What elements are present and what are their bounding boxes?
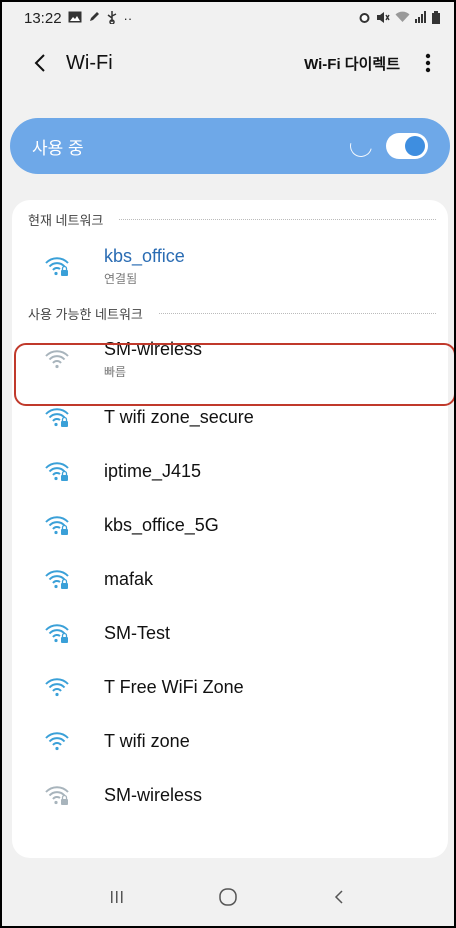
toggle-knob: [405, 136, 425, 156]
status-time: 13:22: [24, 9, 62, 27]
network-name: SM-Test: [104, 622, 171, 643]
network-name: T wifi zone: [104, 730, 190, 751]
wifi-toggle-switch[interactable]: [386, 133, 428, 159]
current-network-row[interactable]: kbs_office 연결됨: [12, 234, 448, 298]
network-row[interactable]: T wifi zone: [12, 714, 448, 768]
available-networks-header: 사용 가능한 네트워크: [12, 298, 448, 328]
network-row[interactable]: SM-wireless 빠름: [12, 328, 448, 390]
available-networks-header-label: 사용 가능한 네트워크: [28, 306, 143, 322]
back-button[interactable]: [16, 40, 64, 86]
wifi-switch-label: 사용 중: [32, 138, 84, 158]
network-row[interactable]: SM-wireless: [12, 768, 448, 822]
network-row[interactable]: mafak: [12, 552, 448, 606]
more-vert-icon: [425, 53, 431, 73]
app-bar-actions: Wi-Fi 다이렉트: [296, 40, 454, 86]
network-text: T wifi zone: [104, 731, 190, 752]
network-name: kbs_office_5G: [104, 514, 219, 535]
wifi-icon: [44, 675, 70, 699]
network-name: iptime_J415: [104, 460, 202, 481]
phone-screen: 13:22 ·· Wi-Fi Wi-Fi 다이렉트 사용 중 현재 네트워크 k…: [0, 0, 456, 928]
wifi-lock-icon: [44, 567, 70, 591]
network-speed: 빠름: [104, 364, 127, 379]
wifi-lock-icon: [44, 459, 70, 483]
image-icon: [68, 11, 82, 25]
app-bar: Wi-Fi Wi-Fi 다이렉트: [2, 40, 454, 86]
wifi-lock-icon: [44, 405, 70, 429]
wifi-lock-icon: [44, 513, 70, 537]
wifi-lock-icon: [44, 621, 70, 645]
network-text: iptime_J415: [104, 461, 201, 482]
network-name: SM-wireless: [104, 338, 203, 359]
mute-icon: [376, 11, 390, 26]
recents-button[interactable]: [87, 875, 147, 919]
network-list-card: 현재 네트워크 kbs_office 연결됨 사용 가능한 네트워크 SM-wi…: [12, 200, 448, 858]
page-title: Wi-Fi: [66, 51, 113, 74]
current-network-header: 현재 네트워크: [12, 204, 448, 234]
scanning-spinner-icon: [345, 130, 377, 162]
home-icon: [219, 888, 237, 906]
network-name: SM-wireless: [104, 784, 203, 805]
network-row[interactable]: SM-Test: [12, 606, 448, 660]
network-name: T Free WiFi Zone: [104, 676, 244, 697]
wifi-icon: [44, 347, 70, 371]
nav-back-button[interactable]: [309, 875, 369, 919]
status-bar: 13:22 ··: [2, 2, 454, 34]
chevron-left-icon: [34, 54, 45, 72]
wifi-icon: [44, 729, 70, 753]
network-row[interactable]: T wifi zone_secure: [12, 390, 448, 444]
network-name: T wifi zone_secure: [104, 406, 254, 427]
divider: [119, 218, 436, 220]
edit-icon: [88, 11, 100, 25]
divider: [158, 312, 436, 314]
wifi-lock-icon: [44, 783, 70, 807]
current-network-name: kbs_office: [104, 245, 185, 266]
alarm-icon: [358, 11, 371, 26]
usb-icon: [106, 10, 118, 26]
current-network-header-label: 현재 네트워크: [28, 212, 104, 228]
network-row[interactable]: kbs_office_5G: [12, 498, 448, 552]
recents-icon: [111, 891, 123, 903]
wifi-icon: [395, 11, 410, 25]
wifi-lock-icon: [44, 254, 70, 278]
home-button[interactable]: [198, 875, 258, 919]
signal-icon: [415, 11, 427, 25]
battery-icon: [432, 10, 440, 26]
network-text: kbs_office_5G: [104, 515, 219, 536]
network-text: SM-wireless: [104, 785, 202, 806]
network-row[interactable]: T Free WiFi Zone: [12, 660, 448, 714]
current-network-text: kbs_office 연결됨: [104, 246, 185, 287]
more-options-button[interactable]: [408, 40, 448, 86]
network-row[interactable]: iptime_J415: [12, 444, 448, 498]
navigation-bar: [2, 868, 454, 926]
network-text: T wifi zone_secure: [104, 407, 254, 428]
back-icon: [334, 890, 343, 904]
network-text: SM-wireless 빠름: [104, 339, 202, 380]
wifi-direct-button[interactable]: Wi-Fi 다이렉트: [296, 45, 408, 82]
network-name: mafak: [104, 568, 154, 589]
available-networks-list: SM-wireless 빠름 T wifi zone_secure iptime_J4…: [12, 328, 448, 822]
network-text: mafak: [104, 569, 153, 590]
status-right: [358, 10, 440, 26]
status-left: 13:22 ··: [24, 10, 132, 27]
wifi-master-switch-bar[interactable]: 사용 중: [10, 118, 450, 174]
network-text: SM-Test: [104, 623, 170, 644]
current-network-status: 연결됨: [104, 271, 138, 286]
network-text: T Free WiFi Zone: [104, 677, 244, 698]
more-dots-icon: ··: [123, 10, 133, 26]
